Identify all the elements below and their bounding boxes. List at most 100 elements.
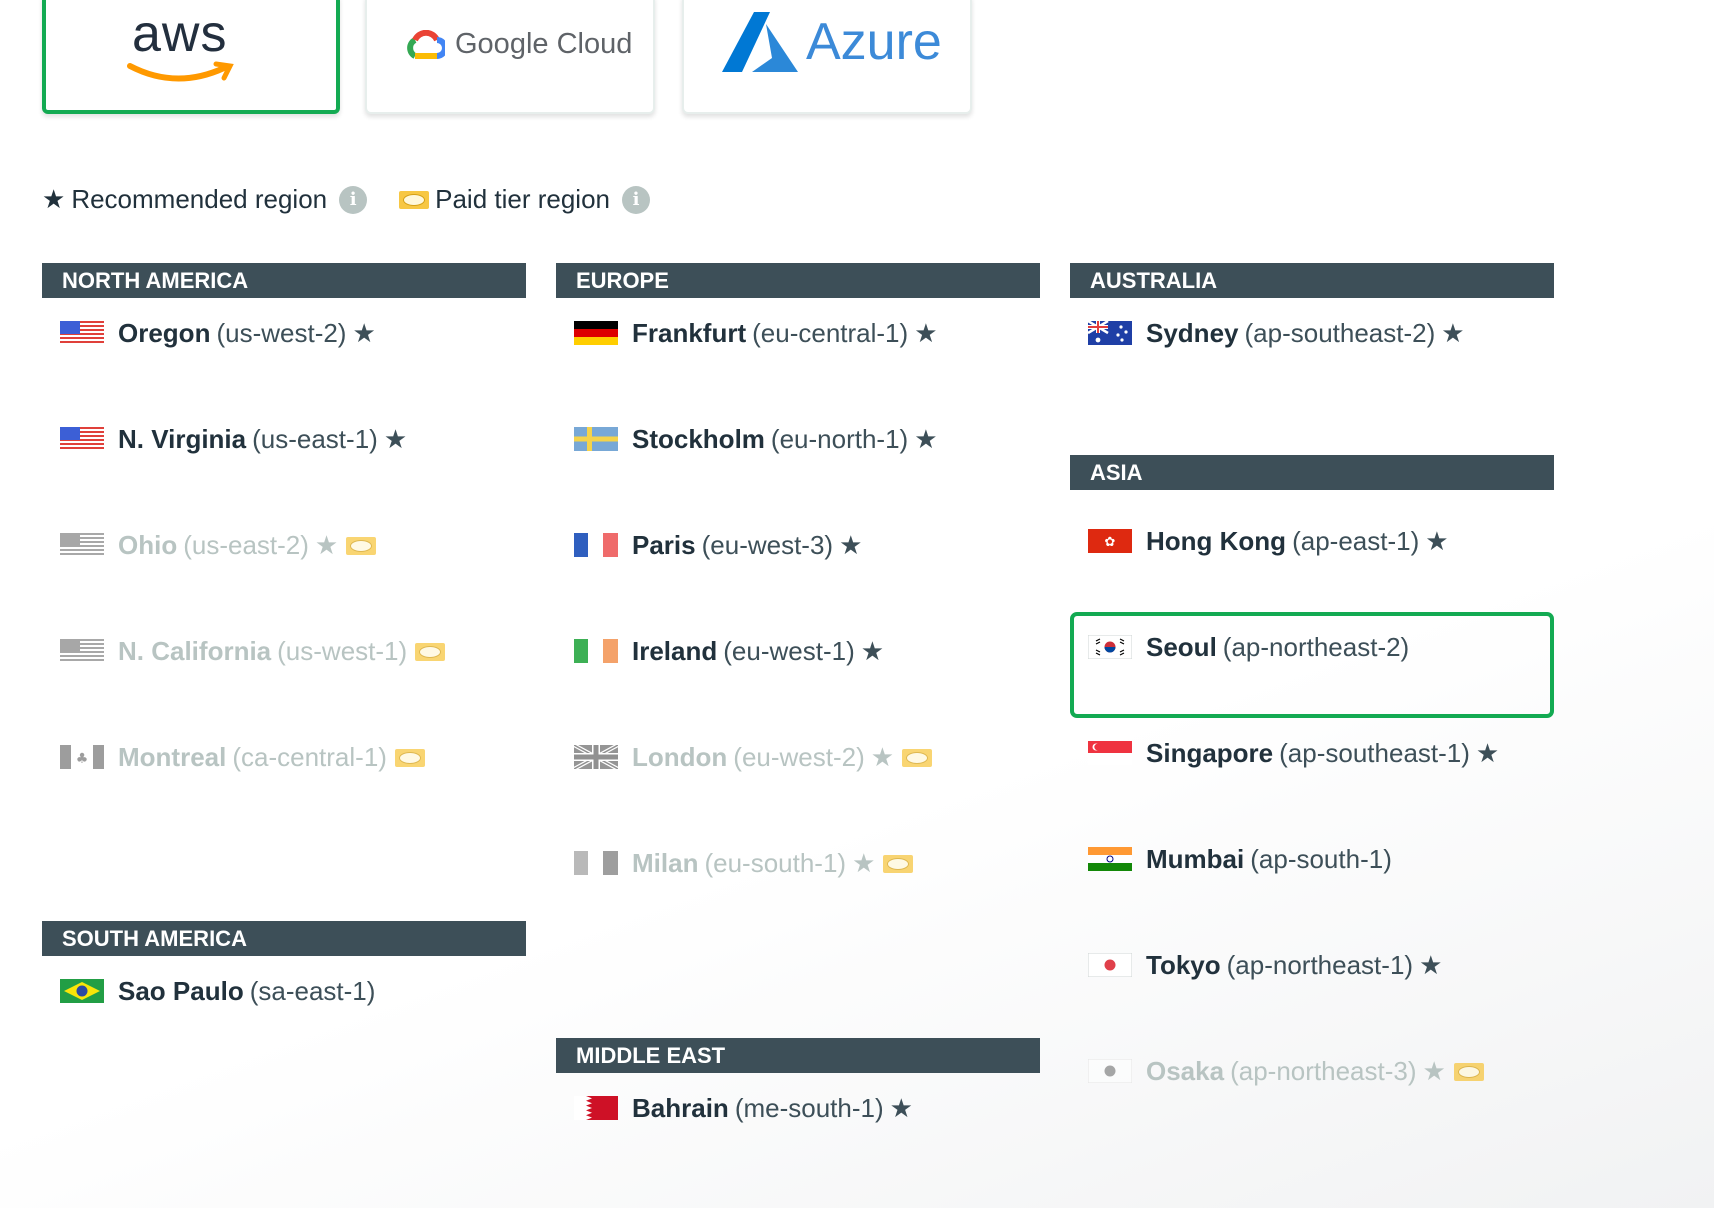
region-option-bahrain[interactable]: Bahrain (me-south-1) ★	[556, 1073, 1040, 1179]
region-name: Paris	[632, 530, 696, 560]
singapore-flag-icon	[1088, 741, 1132, 765]
region-option-n-california: N. California (us-west-1)	[42, 616, 526, 722]
region-code: (eu-central-1)	[752, 318, 909, 348]
google-cloud-provider-card[interactable]: Google Cloud	[365, 0, 655, 114]
sweden-flag-icon	[574, 427, 618, 451]
region-option-paris[interactable]: Paris (eu-west-3) ★	[556, 510, 1040, 616]
region-option-seoul[interactable]: Seoul (ap-northeast-2)	[1070, 612, 1554, 718]
recommended-star-icon: ★	[889, 1093, 913, 1123]
recommended-star-icon: ★	[1425, 526, 1449, 556]
region-name: Sydney	[1146, 318, 1239, 348]
australia-flag-icon	[1088, 321, 1132, 345]
region-option-london: London (eu-west-2) ★	[556, 722, 1040, 828]
region-code: (eu-south-1)	[704, 848, 847, 878]
region-name: N. California	[118, 636, 272, 666]
region-name: London	[632, 742, 728, 772]
region-code: (sa-east-1)	[249, 976, 376, 1006]
region-option-montreal: ♣ Montreal (ca-central-1)	[42, 722, 526, 828]
region-option-frankfurt[interactable]: Frankfurt (eu-central-1) ★	[556, 298, 1040, 404]
region-code: (ap-northeast-1)	[1226, 950, 1414, 980]
column-americas: NORTH AMERICA Oregon (us-west-2) ★ N. Virgi…	[42, 263, 526, 1063]
section-header-asia: ASIA	[1070, 455, 1554, 490]
region-option-singapore[interactable]: Singapore (ap-southeast-1) ★	[1070, 718, 1554, 824]
paid-tier-icon	[883, 855, 914, 873]
region-name: Montreal	[118, 742, 227, 772]
region-code: (us-west-2)	[216, 318, 347, 348]
region-code: (ap-southeast-1)	[1279, 738, 1470, 768]
region-code: (me-south-1)	[734, 1093, 884, 1123]
aws-smile-icon	[127, 61, 234, 82]
svg-text:✿: ✿	[1105, 535, 1116, 550]
azure-provider-card[interactable]: Azure	[682, 0, 972, 114]
region-code: (eu-north-1)	[770, 424, 909, 454]
region-code: (ap-south-1)	[1250, 844, 1392, 874]
region-code: (ap-east-1)	[1292, 526, 1420, 556]
azure-logo: Azure	[722, 10, 942, 74]
region-name: Milan	[632, 848, 699, 878]
recommended-star-icon: ★	[860, 636, 885, 666]
region-name: Seoul	[1146, 632, 1217, 662]
paid-tier-icon	[394, 749, 425, 767]
brazil-flag-icon	[60, 979, 104, 1003]
column-apac: AUSTRALIA Sydney (ap-southeast-2) ★ ASIA ✿…	[1070, 263, 1554, 1163]
japan-flag-icon	[1088, 1059, 1132, 1083]
region-code: (ap-northeast-3)	[1230, 1056, 1417, 1086]
hongkong-flag-icon: ✿	[1088, 529, 1132, 553]
region-name: Mumbai	[1146, 844, 1245, 874]
us-flag-icon	[60, 427, 104, 451]
region-option-tokyo[interactable]: Tokyo (ap-northeast-1) ★	[1070, 930, 1554, 1036]
recommended-star-icon: ★	[870, 742, 895, 772]
recommended-star-icon: ★	[1422, 1056, 1446, 1086]
region-name: Stockholm	[632, 424, 765, 454]
recommended-star-icon: ★	[1475, 738, 1500, 768]
region-option-osaka: Osaka (ap-northeast-3) ★	[1070, 1036, 1554, 1142]
paid-tier-icon	[415, 643, 446, 661]
info-icon[interactable]: i	[339, 185, 368, 214]
paid-tier-icon	[1453, 1063, 1484, 1081]
us-flag-icon	[60, 321, 104, 345]
region-name: Ohio	[118, 530, 178, 560]
recommended-star-icon: ★	[383, 424, 408, 454]
germany-flag-icon	[574, 321, 618, 345]
azure-icon	[722, 12, 798, 72]
recommended-star-icon: ★	[914, 424, 938, 454]
region-option-ireland[interactable]: Ireland (eu-west-1) ★	[556, 616, 1040, 722]
recommended-star-icon: ★	[914, 318, 938, 348]
region-name: Ireland	[632, 636, 718, 666]
svg-text:♣: ♣	[76, 751, 89, 767]
info-icon[interactable]: i	[622, 185, 651, 214]
section-header-middle-east: MIDDLE EAST	[556, 1038, 1040, 1073]
region-option-sao-paulo[interactable]: Sao Paulo (sa-east-1)	[42, 956, 526, 1062]
region-option-milan: Milan (eu-south-1) ★	[556, 828, 1040, 934]
ireland-flag-icon	[574, 639, 618, 663]
region-option-stockholm[interactable]: Stockholm (eu-north-1) ★	[556, 404, 1040, 510]
region-option-mumbai[interactable]: Mumbai (ap-south-1)	[1070, 824, 1554, 930]
section-header-north-america: NORTH AMERICA	[42, 263, 526, 298]
region-code: (us-west-1)	[277, 636, 408, 666]
korea-flag-icon	[1088, 635, 1132, 659]
region-option-n-virginia[interactable]: N. Virginia (us-east-1) ★	[42, 404, 526, 510]
region-name: Tokyo	[1146, 950, 1221, 980]
region-name: N. Virginia	[118, 424, 247, 454]
region-option-sydney[interactable]: Sydney (ap-southeast-2) ★	[1070, 298, 1554, 404]
recommended-star-icon: ★	[852, 848, 876, 878]
recommended-star-icon: ★	[1441, 318, 1465, 348]
aws-logo: aws	[127, 4, 234, 82]
region-code: (ap-southeast-2)	[1244, 318, 1436, 348]
region-name: Frankfurt	[632, 318, 747, 348]
column-europe: EUROPE Frankfurt (eu-central-1) ★ Stockholm…	[556, 263, 1040, 1163]
legend-paid-label: Paid tier region	[435, 184, 611, 214]
recommended-star-icon: ★	[314, 530, 339, 560]
region-option-hong-kong[interactable]: ✿ Hong Kong (ap-east-1) ★	[1070, 506, 1554, 612]
region-code: (ap-northeast-2)	[1222, 632, 1410, 662]
aws-logo-text: aws	[132, 5, 228, 63]
section-header-south-america: SOUTH AMERICA	[42, 921, 526, 956]
google-cloud-logo-text: Google Cloud	[455, 28, 633, 60]
region-name: Hong Kong	[1146, 526, 1287, 556]
legend-paid: Paid tier region i	[399, 184, 651, 215]
us-flag-icon	[60, 533, 104, 557]
italy-flag-icon	[574, 851, 618, 875]
region-option-oregon[interactable]: Oregon (us-west-2) ★	[42, 298, 526, 404]
india-flag-icon	[1088, 847, 1132, 871]
aws-provider-card[interactable]: aws	[42, 0, 340, 114]
